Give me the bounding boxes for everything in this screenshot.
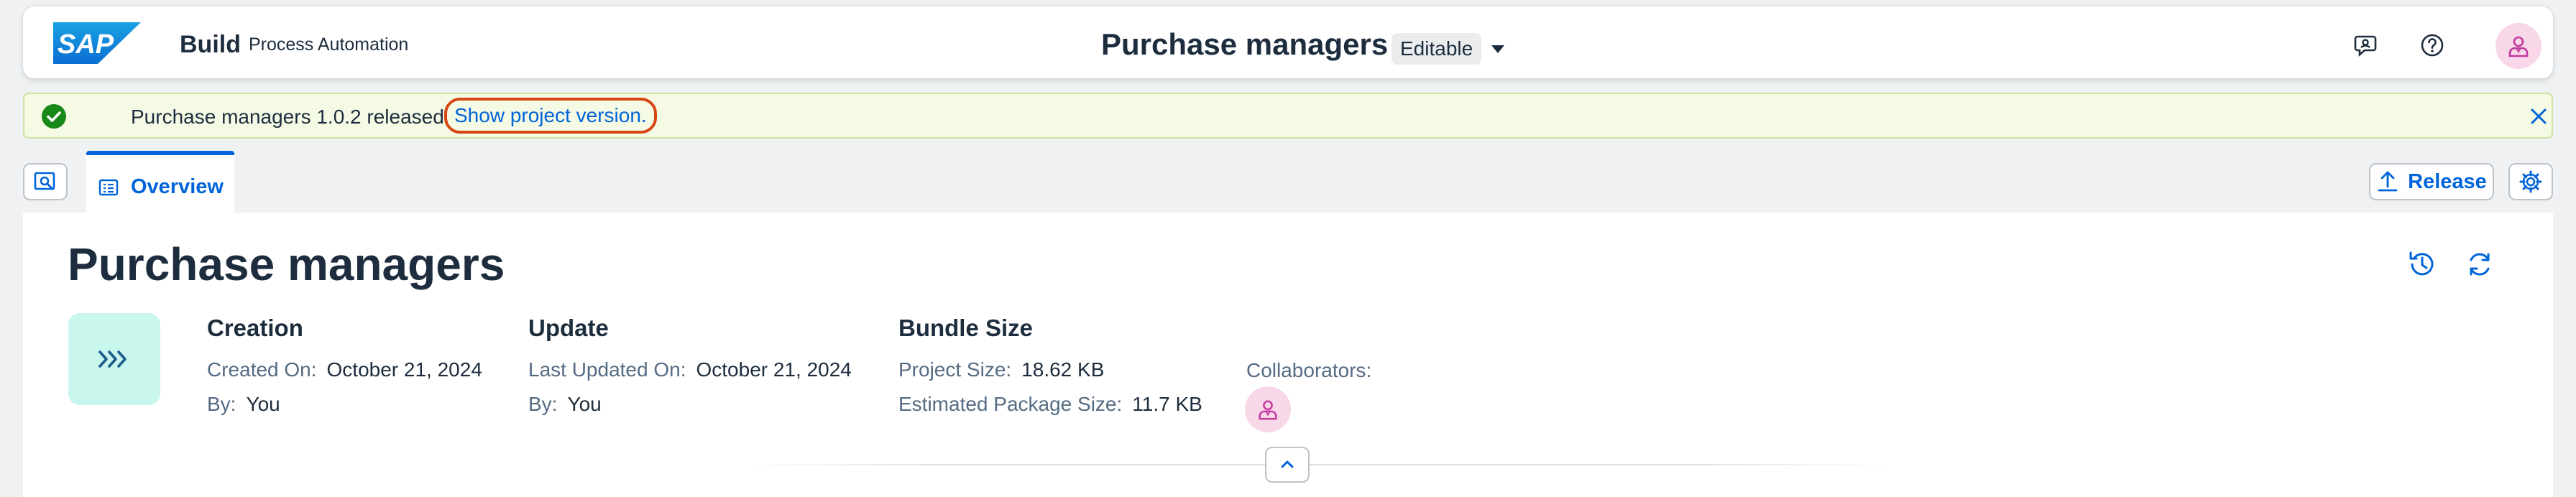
history-icon[interactable] <box>2406 249 2438 280</box>
created-by-value: You <box>246 393 280 415</box>
created-by-field: By: You <box>207 394 280 414</box>
tab-overview-label: Overview <box>131 175 224 198</box>
overview-icon <box>98 179 119 196</box>
chevron-up-icon <box>1281 460 1294 468</box>
project-tile <box>68 313 160 405</box>
svg-text:SAP: SAP <box>58 29 114 60</box>
search-preview-icon <box>34 172 55 190</box>
refresh-icon[interactable] <box>2464 249 2496 280</box>
shell-title: Purchase managers <box>1101 27 1389 61</box>
search-preview-button[interactable] <box>23 163 68 200</box>
upload-icon <box>2378 171 2398 192</box>
help-icon <box>2421 34 2444 57</box>
shell-bar: SAP Build Process Automation Purchase ma… <box>23 6 2553 78</box>
message-text: Purchase managers 1.0.2 released. <box>131 106 450 128</box>
caret-down-icon[interactable] <box>1488 40 1508 60</box>
package-size-label: Estimated Package Size: <box>898 393 1123 415</box>
release-label: Release <box>2408 169 2487 193</box>
user-avatar-icon <box>2508 36 2529 57</box>
updated-by-label: By: <box>528 393 558 415</box>
settings-button[interactable] <box>2508 163 2553 200</box>
product-name: Build <box>180 31 241 58</box>
release-button[interactable]: Release <box>2369 163 2494 200</box>
mode-badge[interactable]: Editable <box>1392 33 1482 65</box>
last-updated-value: October 21, 2024 <box>696 358 852 381</box>
help-button[interactable] <box>2412 25 2452 65</box>
project-size-label: Project Size: <box>898 358 1012 381</box>
collaborators-label: Collaborators: <box>1246 359 1372 381</box>
user-avatar[interactable] <box>2496 23 2542 69</box>
header-divider <box>742 464 1892 465</box>
collapse-header-button[interactable] <box>1265 447 1310 483</box>
project-size-field: Project Size: 18.62 KB <box>898 360 1104 380</box>
process-chevrons-icon <box>98 350 126 368</box>
product-subtitle: Process Automation <box>249 34 409 55</box>
user-avatar-icon <box>1259 400 1277 420</box>
created-on-value: October 21, 2024 <box>326 358 482 381</box>
collaborator-avatar[interactable] <box>1245 386 1291 432</box>
last-updated-field: Last Updated On: October 21, 2024 <box>528 360 852 380</box>
show-project-version-link[interactable]: Show project version. <box>444 98 657 134</box>
success-message-strip: Purchase managers 1.0.2 released. Show p… <box>23 93 2553 139</box>
created-on-field: Created On: October 21, 2024 <box>207 360 482 380</box>
updated-by-value: You <box>567 393 602 415</box>
package-size-field: Estimated Package Size: 11.7 KB <box>898 394 1202 414</box>
page-title: Purchase managers <box>68 238 505 290</box>
feedback-icon <box>2354 35 2377 57</box>
project-size-value: 18.62 KB <box>1021 358 1105 381</box>
creation-heading: Creation <box>207 315 303 341</box>
update-heading: Update <box>528 315 609 341</box>
success-icon <box>42 104 66 129</box>
close-icon[interactable] <box>2526 103 2552 129</box>
tab-overview[interactable]: Overview <box>86 151 234 215</box>
package-size-value: 11.7 KB <box>1132 393 1202 415</box>
created-by-label: By: <box>207 393 236 415</box>
overview-panel: Purchase managers Creation Created On: Oc… <box>23 213 2553 497</box>
last-updated-label: Last Updated On: <box>528 358 686 381</box>
bundle-size-heading: Bundle Size <box>898 315 1034 341</box>
feedback-button[interactable] <box>2346 25 2386 65</box>
sap-logo[interactable]: SAP <box>53 22 141 64</box>
created-on-label: Created On: <box>207 358 317 381</box>
gear-icon <box>2519 170 2542 193</box>
updated-by-field: By: You <box>528 394 602 414</box>
